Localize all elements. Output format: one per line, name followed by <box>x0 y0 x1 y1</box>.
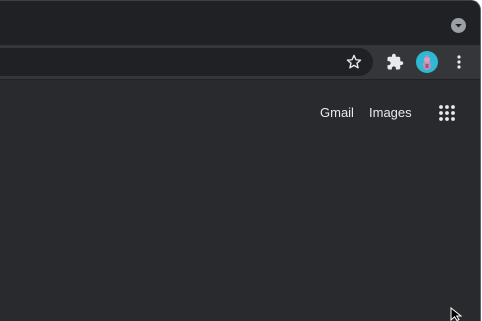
images-link[interactable]: Images <box>369 105 412 121</box>
page-content: Gmail Images <box>0 80 480 321</box>
mouse-cursor-icon <box>450 307 463 321</box>
tab-search-icon[interactable] <box>451 18 466 33</box>
browser-window: Gmail Images <box>0 0 481 321</box>
profile-avatar[interactable] <box>416 51 438 73</box>
tab-strip <box>0 1 480 45</box>
apps-grid-icon[interactable] <box>438 104 456 122</box>
puzzle-icon[interactable] <box>386 53 404 71</box>
star-icon[interactable] <box>345 53 363 71</box>
browser-toolbar <box>0 45 480 79</box>
address-bar[interactable] <box>0 48 373 76</box>
gmail-link[interactable]: Gmail <box>320 105 354 121</box>
more-vert-icon[interactable] <box>451 53 467 71</box>
